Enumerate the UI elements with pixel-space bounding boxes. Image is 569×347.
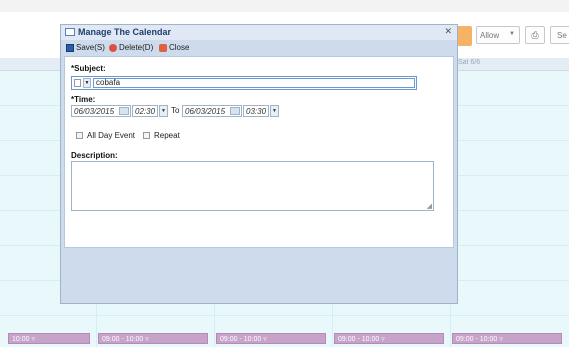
- color-swatch[interactable]: [74, 79, 81, 87]
- close-icon: [159, 43, 167, 52]
- start-date-input[interactable]: 06/03/2015: [71, 105, 131, 117]
- all-day-checkbox[interactable]: [76, 132, 83, 139]
- delete-button[interactable]: Delete(D): [109, 43, 153, 52]
- to-label: To: [171, 106, 180, 115]
- end-date-value: 06/03/2015: [185, 107, 226, 116]
- subject-input[interactable]: cobafa: [93, 78, 415, 88]
- start-time-input[interactable]: 02:30: [132, 105, 158, 117]
- calendar-event[interactable]: 10:00 ▿: [8, 333, 90, 344]
- description-textarea[interactable]: ◢: [71, 161, 434, 211]
- delete-label: Delete(D): [119, 43, 154, 52]
- event-label: 09:00 - 10:00: [220, 336, 262, 343]
- orange-action-button[interactable]: [456, 26, 472, 46]
- grid-row-line: [0, 315, 569, 316]
- allow-select-label: Allow: [480, 31, 500, 40]
- calendar-event[interactable]: 09:00 - 10:00 ▿: [334, 333, 444, 344]
- time-label: *Time:: [71, 95, 96, 104]
- dialog-title-bar[interactable]: Manage The Calendar ✕: [61, 25, 457, 40]
- calendar-icon[interactable]: [230, 107, 240, 115]
- dialog-title: Manage The Calendar: [78, 27, 172, 37]
- chevron-down-icon[interactable]: ▼: [83, 78, 91, 88]
- repeat-label: Repeat: [154, 131, 180, 140]
- start-time-value: 02:30: [135, 107, 156, 116]
- repeat-checkbox[interactable]: [143, 132, 150, 139]
- calendar-event[interactable]: 09:00 - 10:00 ▿: [98, 333, 208, 344]
- save-label: Save(S): [76, 43, 105, 52]
- end-time-input[interactable]: 03:30: [243, 105, 269, 117]
- print-button[interactable]: ⎙: [525, 26, 545, 44]
- delete-icon: [109, 43, 117, 52]
- event-label: 09:00 - 10:00: [338, 336, 380, 343]
- end-time-value: 03:30: [246, 107, 267, 116]
- printer-icon: ⎙: [531, 30, 539, 40]
- close-label: Close: [169, 43, 190, 52]
- day-header-sat: Sat 6/6: [458, 59, 481, 66]
- event-label: 10:00: [12, 336, 30, 343]
- calendar-event[interactable]: 09:00 - 10:00 ▿: [216, 333, 326, 344]
- calendar-event[interactable]: 09:00 - 10:00 ▿: [452, 333, 562, 344]
- close-button[interactable]: Close: [159, 43, 189, 52]
- close-icon[interactable]: ✕: [444, 26, 452, 37]
- description-label: Description:: [71, 151, 118, 160]
- chevron-down-icon: ▼: [509, 31, 515, 37]
- all-day-label: All Day Event: [87, 131, 136, 140]
- manage-calendar-dialog: Manage The Calendar ✕ Save(S) Delete(D) …: [60, 24, 458, 304]
- save-icon: [66, 43, 74, 52]
- chevron-down-icon[interactable]: ▼: [159, 105, 168, 117]
- start-date-value: 06/03/2015: [74, 107, 115, 116]
- end-date-input[interactable]: 06/03/2015: [182, 105, 242, 117]
- resize-handle-icon[interactable]: ◢: [427, 202, 432, 210]
- event-label: 09:00 - 10:00: [102, 336, 144, 343]
- event-form: *Subject: ▼ cobafa *Time: 06/03/2015 02:…: [64, 56, 454, 248]
- subject-row: ▼ cobafa: [71, 76, 417, 90]
- allow-select[interactable]: Allow ▼: [476, 26, 520, 44]
- event-label: 09:00 - 10:00: [456, 336, 498, 343]
- top-bar: [0, 0, 569, 12]
- subject-label: *Subject:: [71, 64, 106, 73]
- dialog-toolbar: Save(S) Delete(D) Close: [63, 41, 455, 55]
- chevron-down-icon[interactable]: ▼: [270, 105, 279, 117]
- window-icon: [65, 28, 75, 36]
- save-button[interactable]: Save(S): [66, 43, 105, 52]
- calendar-icon[interactable]: [119, 107, 129, 115]
- search-button-label: Se: [557, 31, 567, 40]
- search-button[interactable]: Se: [550, 26, 569, 44]
